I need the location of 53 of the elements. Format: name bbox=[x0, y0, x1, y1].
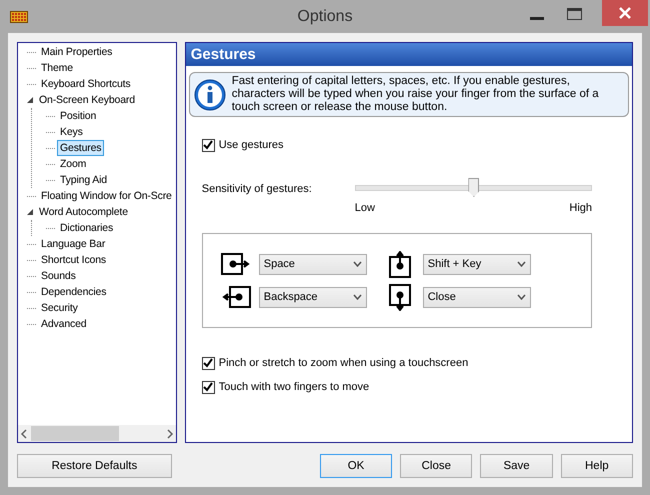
tree-item[interactable]: Shortcut Icons bbox=[38, 252, 110, 268]
tree-item[interactable]: Keyboard Shortcuts bbox=[38, 76, 134, 92]
tree-item[interactable]: Dependencies bbox=[38, 284, 110, 300]
info-text: Fast entering of capital letters, spaces, etc. If you enable gestures, characters will be typed when you raise your finger from the surface of a touch screen or release the mouse button. bbox=[232, 75, 600, 114]
tree-item[interactable]: On-Screen Keyboard bbox=[36, 92, 138, 108]
chevron-down-icon bbox=[352, 294, 362, 300]
tree-item[interactable]: Zoom bbox=[57, 156, 90, 172]
info-icon bbox=[194, 79, 226, 111]
tree-item[interactable]: Security bbox=[38, 300, 81, 316]
keyboard-icon bbox=[10, 10, 28, 22]
chevron-down-icon bbox=[516, 294, 526, 300]
dialog-button[interactable]: Help bbox=[560, 454, 633, 478]
panel-title: Gestures bbox=[186, 43, 632, 66]
tree-item[interactable]: Language Bar bbox=[38, 236, 108, 252]
window-title: Options bbox=[297, 8, 353, 26]
expander-icon[interactable] bbox=[26, 208, 34, 216]
close-icon[interactable] bbox=[602, 0, 648, 26]
dialog-button[interactable]: Save bbox=[480, 454, 553, 478]
expander-icon[interactable] bbox=[26, 96, 34, 104]
tree-item[interactable]: Sounds bbox=[38, 268, 79, 284]
tree-item[interactable]: Keys bbox=[57, 124, 86, 140]
tree-item[interactable]: Gestures bbox=[57, 140, 104, 156]
tree-item[interactable]: Floating Window for On-Scre bbox=[38, 188, 175, 204]
maximize-icon[interactable] bbox=[567, 8, 582, 20]
action-dropdown[interactable]: Close bbox=[422, 286, 531, 308]
slider-max-label: High bbox=[569, 202, 592, 214]
gesture-arrow-icon bbox=[220, 284, 251, 310]
use-gestures-checkbox[interactable]: Use gestures bbox=[202, 137, 616, 153]
checkmark-icon bbox=[203, 358, 214, 368]
tree-item[interactable]: Dictionaries bbox=[57, 220, 116, 236]
action-dropdown[interactable]: Backspace bbox=[258, 286, 367, 308]
sensitivity-slider[interactable] bbox=[354, 178, 592, 198]
tree-item[interactable]: Typing Aid bbox=[57, 172, 110, 188]
tree-item[interactable]: Advanced bbox=[38, 316, 90, 332]
tree-item[interactable]: Position bbox=[57, 108, 100, 124]
slider-label: Sensitivity of gestures: bbox=[202, 182, 313, 197]
dialog-button[interactable]: Restore Defaults bbox=[17, 454, 172, 478]
horizontal-scrollbar[interactable] bbox=[18, 425, 176, 442]
tree-item[interactable]: Theme bbox=[38, 60, 76, 76]
dialog-button[interactable]: Close bbox=[400, 454, 472, 478]
option-checkbox[interactable]: Pinch or stretch to zoom when using a touchscreen bbox=[202, 355, 616, 371]
tree-item[interactable]: Word Autocomplete bbox=[36, 204, 131, 220]
option-checkbox[interactable]: Touch with two fingers to move bbox=[202, 379, 616, 395]
slider-min-label: Low bbox=[354, 202, 375, 214]
chevron-down-icon bbox=[352, 261, 362, 267]
action-dropdown[interactable]: Shift + Key bbox=[422, 254, 531, 274]
dialog-button[interactable]: OK bbox=[320, 454, 392, 478]
chevron-down-icon bbox=[516, 261, 526, 267]
checkmark-icon bbox=[203, 382, 214, 392]
checkmark-icon bbox=[203, 140, 214, 150]
tree-item[interactable]: Main Properties bbox=[38, 44, 116, 60]
action-dropdown[interactable]: Space bbox=[258, 254, 367, 274]
gesture-arrow-icon bbox=[220, 250, 251, 278]
